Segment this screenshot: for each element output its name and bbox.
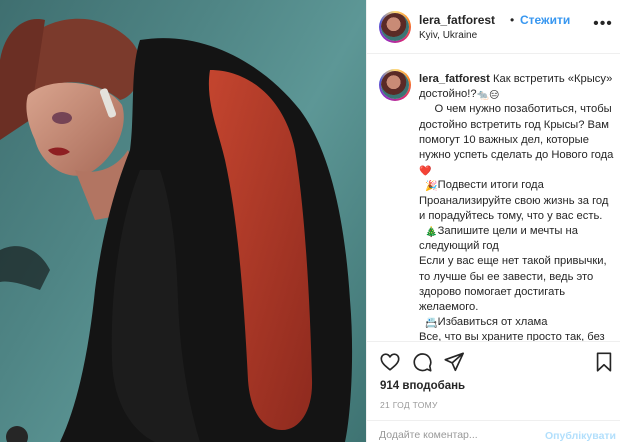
caption-paragraph: О чем нужно позаботиться, чтобы достойно… [419,103,615,178]
caption-username[interactable]: lera_fatforest [419,73,490,85]
rat-emoji-icon: 🐀😑 [476,90,500,102]
caption-item-2: 🎄Запишите цели и мечты на следующий год [419,225,578,253]
post-actions [367,345,620,379]
publish-button[interactable]: Опублікувати [545,430,616,442]
photo-tag-icon[interactable] [6,426,28,442]
caption-item-2-text: Если у вас еще нет такой привычки, то лу… [419,255,607,314]
post-timestamp[interactable]: 21 ГОД ТОМУ [380,400,438,410]
photo-illustration [0,18,353,442]
post-header: lera_fatforest • Стежити Kyiv, Ukraine •… [367,0,620,54]
share-icon[interactable] [443,351,465,373]
bookmark-icon[interactable] [593,351,615,373]
heart-emoji-icon: ❤️ [419,166,432,178]
follow-button[interactable]: Стежити [520,13,570,27]
party-emoji-icon: 🎉 [425,181,438,193]
author-username[interactable]: lera_fatforest [419,13,495,27]
caption-item-1: 🎉Подвести итоги года [425,179,544,193]
post-side-panel: lera_fatforest • Стежити Kyiv, Ukraine •… [366,0,620,442]
caption-item-1-text: Проанализируйте свою жизнь за год и пора… [419,194,609,222]
heart-icon[interactable] [379,351,401,373]
likes-count[interactable]: 914 вподобань [380,380,465,392]
caption-item-3-text: Все, что вы храните просто так, без надо… [419,331,605,342]
tree-emoji-icon: 🎄 [425,227,438,239]
box-emoji-icon: 📇 [425,318,438,330]
caption-scroll-area[interactable]: lera_fatforest Как встретить «Крысу» дос… [367,55,620,342]
comment-bar: Опублікувати [367,420,620,442]
more-horizontal-icon[interactable]: ••• [593,14,613,34]
caption-author-avatar[interactable] [379,69,411,101]
caption-text: lera_fatforest Как встретить «Крысу» дос… [419,72,615,342]
comment-input[interactable] [379,429,539,441]
comment-icon[interactable] [411,351,433,373]
post-location[interactable]: Kyiv, Ukraine [419,30,477,41]
author-avatar[interactable] [379,11,411,43]
separator-dot: • [510,13,515,27]
caption-item-3: 📇Избавиться от хлама [425,316,548,330]
post-photo[interactable] [0,0,366,442]
